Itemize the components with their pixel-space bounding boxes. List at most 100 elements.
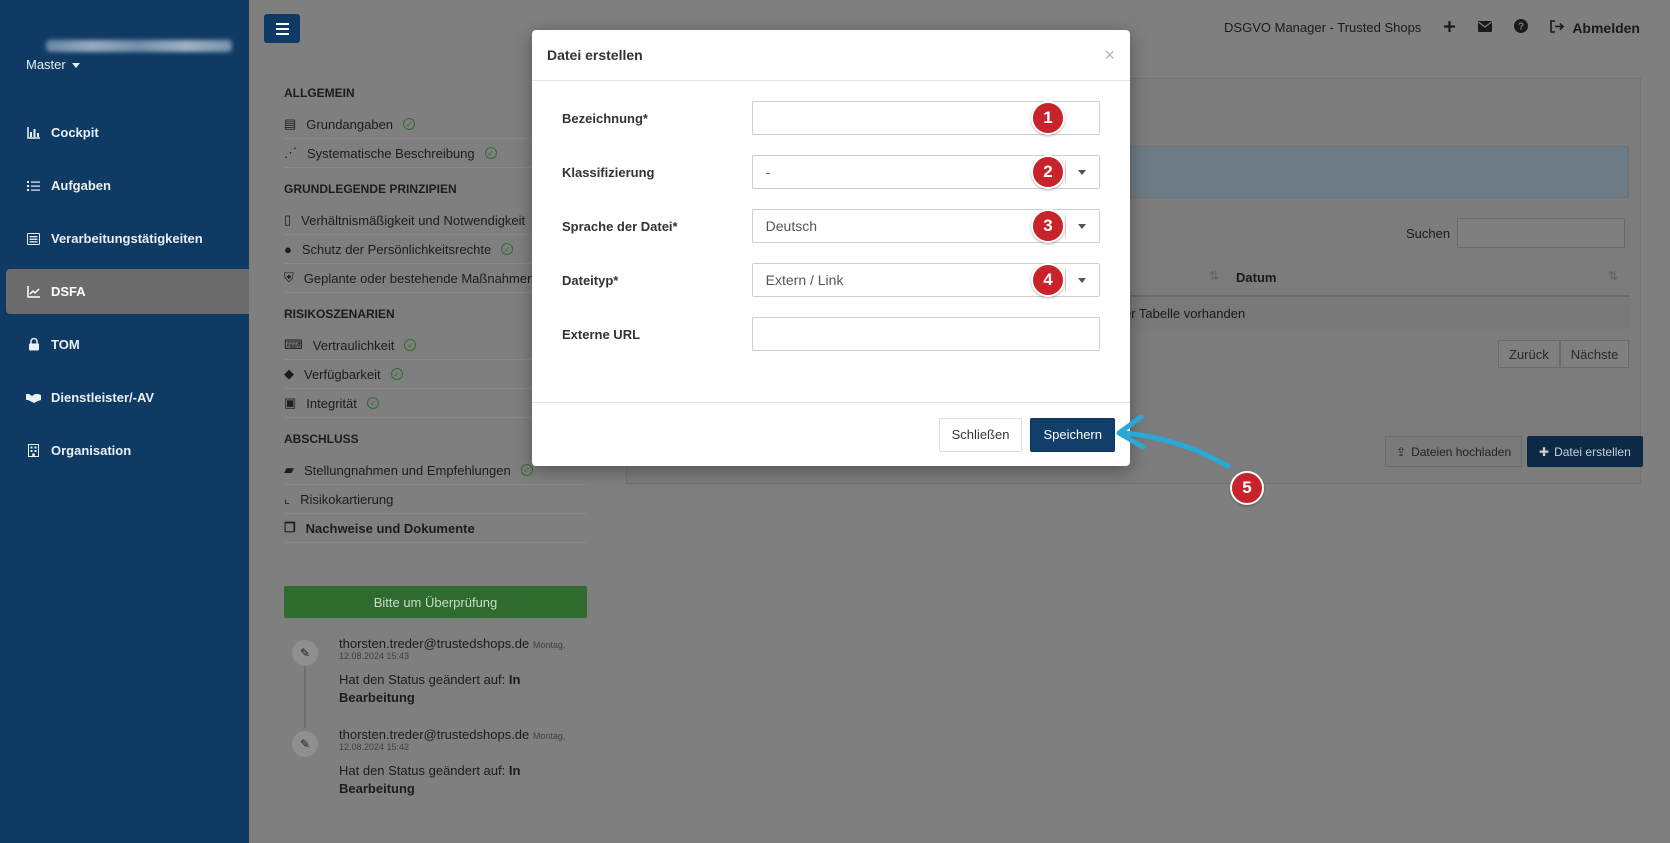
org-selector-label: Master <box>26 57 66 72</box>
form-row-klassifizierung: Klassifizierung - <box>562 155 1100 189</box>
check-circle-icon: ✓ <box>520 464 533 476</box>
url-input[interactable] <box>765 318 1099 350</box>
status-timeline: ✎ thorsten.treder@trustedshops.de Montag… <box>284 636 586 818</box>
help-icon[interactable]: ? <box>1514 19 1529 36</box>
close-button[interactable]: Schließen <box>938 417 1023 452</box>
check-circle-icon: ✓ <box>390 368 403 380</box>
close-icon[interactable]: × <box>1104 45 1115 66</box>
app-name: DSGVO Manager - Trusted Shops <box>1224 20 1422 35</box>
modal-header: Datei erstellen × <box>532 30 1130 81</box>
sign-out-icon <box>1550 19 1565 36</box>
request-review-button[interactable]: Bitte um Überprüfung <box>284 586 587 618</box>
sidebar-item-tom[interactable]: TOM <box>0 322 249 367</box>
step-badge-3: 3 <box>1031 209 1065 243</box>
comments-icon: ▰ <box>284 462 294 477</box>
upload-files-button[interactable]: ⇪ Dateien hochladen <box>1385 436 1523 467</box>
upload-icon: ⇪ <box>1396 444 1407 459</box>
sidebar-nav: Cockpit Aufgaben Verarbeitungstätigkeite… <box>0 110 249 481</box>
chevron-down-icon <box>1065 210 1099 242</box>
section-item-label: Schutz der Persönlichkeitsrechte <box>301 241 492 257</box>
sidebar-item-dsfa[interactable]: DSFA <box>6 269 249 314</box>
klassifizierung-label: Klassifizierung <box>562 164 655 180</box>
timeline-date: 12.08.2024 15:42 <box>339 742 410 752</box>
form-row-url: Externe URL <box>562 317 1100 351</box>
building-icon <box>26 443 41 458</box>
step-badge-1: 1 <box>1031 101 1065 135</box>
sort-icon[interactable]: ⇅ <box>1608 269 1618 283</box>
step-badge-5: 5 <box>1230 471 1264 505</box>
timeline-entry: ✎ thorsten.treder@trustedshops.de Montag… <box>284 727 586 798</box>
check-circle-icon: ✓ <box>366 397 379 409</box>
form-row-bezeichnung: Bezeichnung* <box>562 101 1100 135</box>
section-item-label: Verhältnismäßigkeit und Notwendigkeit <box>301 212 526 228</box>
timeline-message-text: Hat den Status geändert auf: <box>339 763 506 778</box>
create-file-label: Datei erstellen <box>1554 444 1631 459</box>
form-row-sprache: Sprache der Datei* Deutsch <box>562 209 1100 243</box>
bar-chart-icon <box>26 125 41 140</box>
org-selector[interactable]: Master <box>26 57 80 72</box>
timeline-message: Hat den Status geändert auf: In Bearbeitu… <box>339 671 586 707</box>
sidebar-item-verarbeitungstaetigkeiten[interactable]: Verarbeitungstätigkeiten <box>0 216 249 261</box>
search-input[interactable] <box>1457 218 1625 248</box>
svg-text:?: ? <box>1518 22 1524 33</box>
prev-page-button[interactable]: Zurück <box>1498 340 1560 368</box>
brand-logo <box>46 40 232 52</box>
timeline-entry: ✎ thorsten.treder@trustedshops.de Montag… <box>284 636 586 728</box>
section-item-label: Geplante oder bestehende Maßnahmen <box>303 270 535 286</box>
modal-title: Datei erstellen <box>547 47 643 63</box>
sidebar-item-label: Verarbeitungstätigkeiten <box>51 231 203 246</box>
menu-toggle-button[interactable] <box>264 14 300 43</box>
list-icon: ▤ <box>284 116 297 131</box>
timeline-author: thorsten.treder@trustedshops.de <box>339 636 530 651</box>
chevron-down-icon <box>1065 156 1099 188</box>
sprache-value: Deutsch <box>765 218 817 234</box>
topbar-actions: DSGVO Manager - Trusted Shops ? Abmelden <box>1224 19 1640 36</box>
hamburger-icon-line <box>275 32 289 35</box>
timeline-status-cont: Bearbeitung <box>339 690 415 705</box>
sidebar-item-label: DSFA <box>51 284 86 299</box>
form-row-dateityp: Dateityp* Extern / Link <box>562 263 1100 297</box>
file-icon: ▯ <box>284 212 292 227</box>
plus-icon[interactable] <box>1443 20 1456 36</box>
envelope-icon[interactable] <box>1478 20 1493 35</box>
table-empty-row: er Tabelle vorhanden <box>1110 297 1630 329</box>
lock-icon <box>26 337 41 352</box>
keyboard-icon: ⌨ <box>284 337 303 352</box>
next-page-button[interactable]: Nächste <box>1559 340 1630 368</box>
tasks-icon <box>26 178 41 193</box>
timeline-connector <box>304 666 306 728</box>
plus-icon: ✚ <box>1539 444 1550 459</box>
sidebar-item-label: Cockpit <box>51 125 99 140</box>
save-icon: ▣ <box>284 395 297 410</box>
check-circle-icon: ✓ <box>404 339 417 351</box>
section-item-nachweise-dokumente[interactable]: ❐ Nachweise und Dokumente <box>284 514 586 543</box>
create-file-modal: Datei erstellen × Bezeichnung* Klassifiz… <box>532 30 1130 466</box>
search-label: Suchen <box>1406 226 1451 241</box>
section-item-label: Integrität <box>306 395 357 411</box>
caret-down-icon <box>71 63 80 68</box>
url-field[interactable] <box>751 317 1100 351</box>
modal-footer: Schließen Speichern <box>532 402 1130 466</box>
sidebar-item-organisation[interactable]: Organisation <box>0 428 249 473</box>
list-icon <box>26 231 41 246</box>
create-file-button[interactable]: ✚ Datei erstellen <box>1527 436 1643 467</box>
section-item-label: Systematische Beschreibung <box>307 145 475 161</box>
bezeichnung-label: Bezeichnung* <box>562 110 648 126</box>
timeline-author: thorsten.treder@trustedshops.de <box>339 727 530 742</box>
logout-button[interactable]: Abmelden <box>1550 20 1640 36</box>
user-shield-icon: ● <box>284 241 292 257</box>
sort-icon[interactable]: ⇅ <box>1209 269 1219 283</box>
dateityp-label: Dateityp* <box>562 272 619 288</box>
column-header-datum[interactable]: Datum <box>1236 270 1276 285</box>
chevron-down-icon <box>1065 264 1099 296</box>
check-circle-icon: ✓ <box>501 243 514 255</box>
section-item-risikokartierung[interactable]: ⌞ Risikokartierung <box>284 485 586 514</box>
sidebar-item-dienstleister[interactable]: Dienstleister/-AV <box>0 375 249 420</box>
save-button[interactable]: Speichern <box>1030 417 1115 452</box>
check-circle-icon: ✓ <box>403 118 416 130</box>
sidebar-item-cockpit[interactable]: Cockpit <box>0 110 249 155</box>
section-item-label: Risikokartierung <box>300 491 394 507</box>
sidebar-item-aufgaben[interactable]: Aufgaben <box>0 163 249 208</box>
sidebar-item-label: Organisation <box>51 443 132 458</box>
copy-icon: ❐ <box>284 520 296 535</box>
